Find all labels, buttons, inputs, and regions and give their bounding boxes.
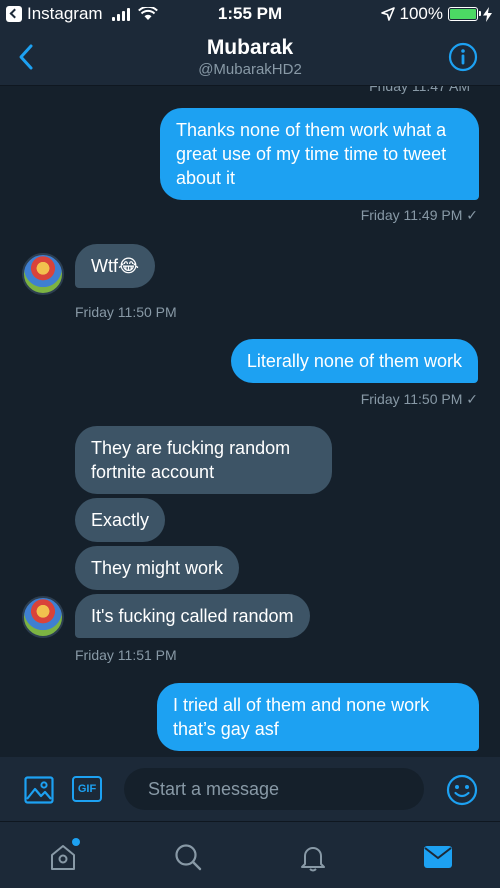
- location-arrow-icon: [380, 7, 395, 21]
- emoji-icon[interactable]: [446, 774, 478, 806]
- message-timestamp: Friday 11:50 PM: [75, 304, 177, 320]
- partial-timestamp: Friday 11:47 AM: [369, 86, 470, 94]
- message-bubble-outgoing[interactable]: Literally none of them work: [230, 339, 478, 383]
- search-icon: [175, 844, 202, 871]
- contact-avatar[interactable]: [22, 253, 64, 295]
- mail-icon: [424, 846, 452, 868]
- status-bar: Instagram 1:55 PM 100%: [0, 0, 500, 28]
- message-bubble-incoming[interactable]: It's fucking called random: [75, 594, 310, 638]
- bell-icon: [301, 847, 325, 872]
- charging-bolt-icon: [483, 6, 492, 22]
- conversation-header: Mubarak @MubarakHD2: [0, 28, 500, 86]
- notification-dot: [72, 838, 80, 846]
- battery-icon: [448, 7, 481, 21]
- message-bubble-incoming[interactable]: Exactly: [75, 498, 166, 542]
- message-timestamp: Friday 11:51 PM: [75, 647, 177, 663]
- gif-button[interactable]: GIF: [72, 776, 102, 802]
- info-icon[interactable]: [448, 42, 478, 72]
- contact-name[interactable]: Mubarak: [0, 36, 500, 60]
- contact-handle: @MubarakHD2: [198, 61, 302, 78]
- message-bubble-incoming[interactable]: They might work: [75, 546, 240, 590]
- tab-search[interactable]: [171, 840, 205, 874]
- home-icon: [51, 845, 75, 870]
- tab-home[interactable]: [46, 838, 80, 874]
- battery-percent: 100%: [399, 4, 443, 23]
- tab-messages[interactable]: [421, 840, 455, 874]
- message-bubble-incoming[interactable]: They are fucking random fortnite account: [75, 426, 332, 494]
- image-icon[interactable]: [24, 776, 54, 804]
- message-input[interactable]: [124, 768, 424, 810]
- message-list[interactable]: Friday 11:47 AM Thanks none of them work…: [0, 86, 500, 757]
- message-timestamp: Friday 11:50 PM ✓: [360, 391, 478, 407]
- message-timestamp: Friday 11:49 PM ✓: [360, 207, 478, 223]
- message-composer: GIF: [0, 757, 500, 821]
- message-bubble-outgoing[interactable]: I tried all of them and none work that’s…: [157, 683, 479, 751]
- message-bubble-outgoing[interactable]: Thanks none of them work what a great us…: [160, 108, 479, 200]
- contact-avatar[interactable]: [22, 596, 64, 638]
- tab-bar: [0, 821, 500, 888]
- tab-notifications[interactable]: [296, 840, 330, 874]
- message-bubble-incoming[interactable]: Wtf😂: [75, 244, 156, 288]
